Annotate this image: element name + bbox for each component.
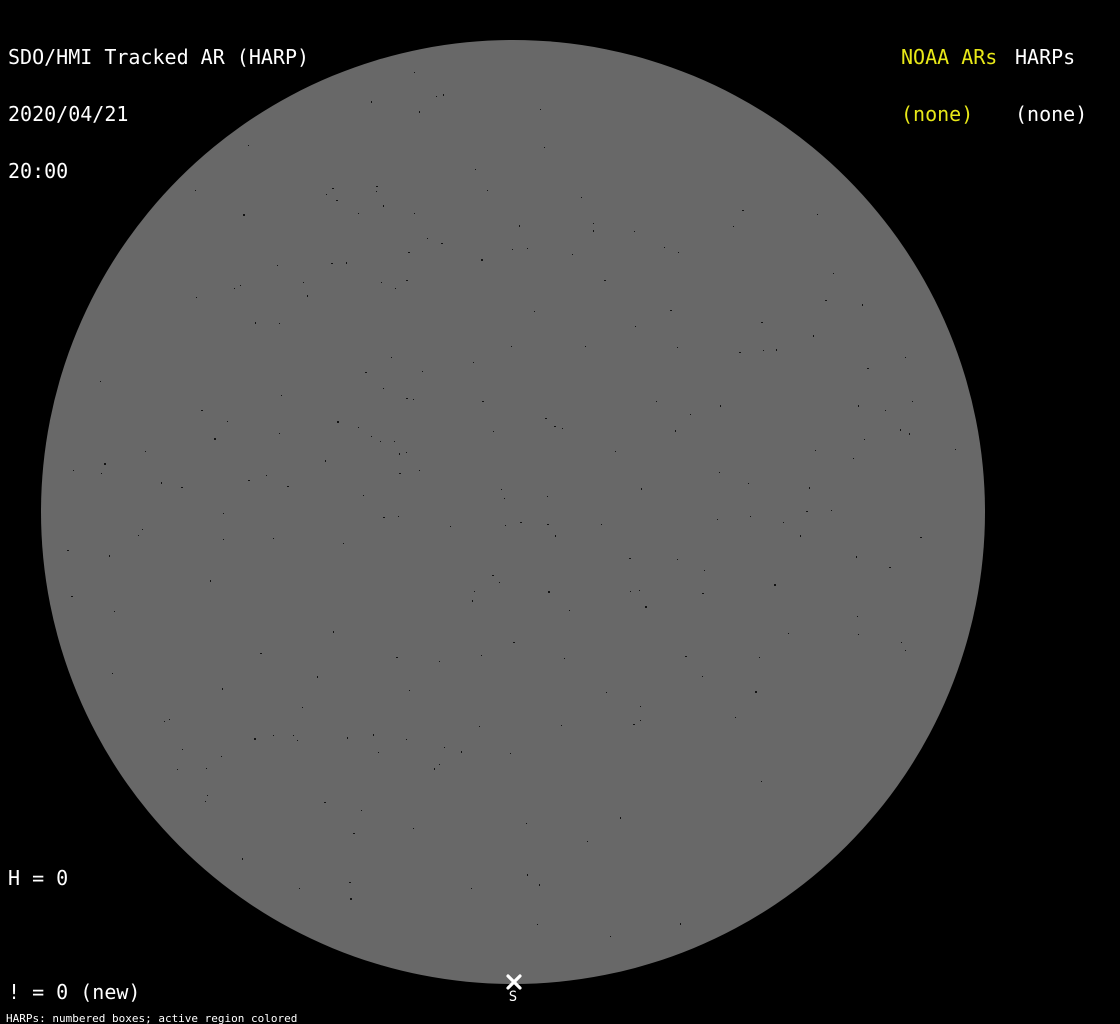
- harps-panel: HARPs (none): [1015, 10, 1087, 162]
- legend-spacer: [8, 926, 237, 945]
- time-label: 20:00: [8, 162, 309, 181]
- harps-label: HARPs: [1015, 48, 1087, 67]
- app-title: SDO/HMI Tracked AR (HARP): [8, 48, 309, 67]
- footnote-harps: HARPs: numbered boxes; active region col…: [6, 1013, 390, 1024]
- harp-tracker-frame: SDO/HMI Tracked AR (HARP) 2020/04/21 20:…: [0, 0, 1120, 1024]
- noaa-ars-panel: NOAA ARs (none): [901, 10, 997, 162]
- noaa-ars-value: (none): [901, 105, 997, 124]
- noaa-ars-label: NOAA ARs: [901, 48, 997, 67]
- south-pole-label: S: [501, 990, 525, 1004]
- legend-harp-count: H = 0: [8, 869, 237, 888]
- header: SDO/HMI Tracked AR (HARP) 2020/04/21 20:…: [8, 10, 309, 219]
- south-pole-cross-icon: [505, 974, 523, 990]
- date-label: 2020/04/21: [8, 105, 309, 124]
- footnotes: HARPs: numbered boxes; active region col…: [6, 989, 390, 1024]
- harps-value: (none): [1015, 105, 1087, 124]
